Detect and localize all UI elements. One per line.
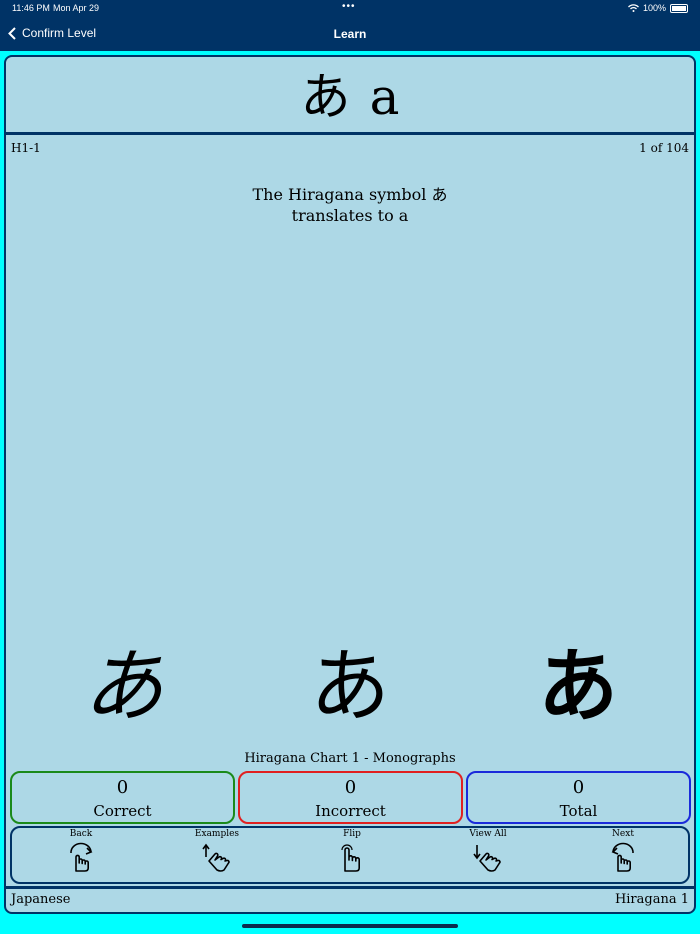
next-control[interactable]: Next	[578, 829, 668, 873]
back-control[interactable]: Back	[36, 829, 126, 873]
examples-control[interactable]: Examples	[172, 829, 262, 873]
swipe-down-icon	[473, 845, 501, 872]
flip-control-label: Flip	[343, 829, 361, 839]
card-code: H1-1	[11, 141, 41, 155]
incorrect-value: 0	[344, 777, 357, 798]
incorrect-counter: 0 Incorrect	[238, 771, 463, 824]
multitasking-dots[interactable]: •••	[342, 1, 356, 12]
gesture-controls: Back Examples Flip View All Next	[10, 826, 690, 884]
navigation-header: 11:46 PM Mon Apr 29 ••• 100% Confirm Lev…	[0, 0, 700, 51]
back-control-label: Back	[69, 829, 93, 839]
chart-name: Hiragana Chart 1 - Monographs	[244, 751, 456, 766]
footer-divider	[6, 886, 694, 889]
page-title: Learn	[333, 27, 367, 41]
swipe-back-icon	[70, 842, 93, 872]
next-control-label: Next	[612, 829, 634, 839]
battery-percent: 100%	[642, 3, 666, 13]
status-date: Mon Apr 29	[53, 3, 100, 13]
card-title: あ a	[6, 57, 694, 132]
footer-level: Hiragana 1	[614, 892, 689, 907]
correct-label: Correct	[93, 802, 152, 820]
glyph-example-handwritten: あ	[83, 640, 163, 733]
battery-icon	[670, 3, 688, 13]
flip-control[interactable]: Flip	[307, 829, 397, 873]
swipe-up-icon	[202, 843, 230, 872]
view-all-control-label: View All	[469, 829, 507, 839]
status-right: 100%	[628, 3, 688, 13]
title-symbol: あ	[300, 68, 351, 126]
total-counter: 0 Total	[466, 771, 691, 824]
title-divider	[6, 132, 694, 135]
description-line-1: The Hiragana symbol あ	[252, 185, 448, 204]
footer-language: Japanese	[11, 892, 71, 907]
examples-control-label: Examples	[194, 829, 240, 839]
description-line-2: translates to a	[291, 206, 409, 225]
tap-icon	[341, 844, 360, 872]
title-romaji: a	[369, 68, 400, 126]
total-value: 0	[572, 777, 585, 798]
home-indicator[interactable]	[242, 924, 458, 928]
correct-value: 0	[116, 777, 129, 798]
flashcard[interactable]: あ a H1-1 1 of 104 The Hiragana symbol あ …	[4, 55, 696, 914]
card-position: 1 of 104	[639, 141, 689, 155]
swipe-next-icon	[611, 842, 634, 872]
glyph-example-bold: あ	[538, 640, 618, 733]
view-all-control[interactable]: View All	[443, 829, 533, 873]
total-label: Total	[559, 802, 598, 820]
correct-counter: 0 Correct	[10, 771, 235, 824]
incorrect-label: Incorrect	[315, 802, 386, 820]
status-time: 11:46 PM	[12, 3, 50, 13]
glyph-example-regular: あ	[310, 640, 390, 733]
wifi-icon	[628, 4, 639, 12]
